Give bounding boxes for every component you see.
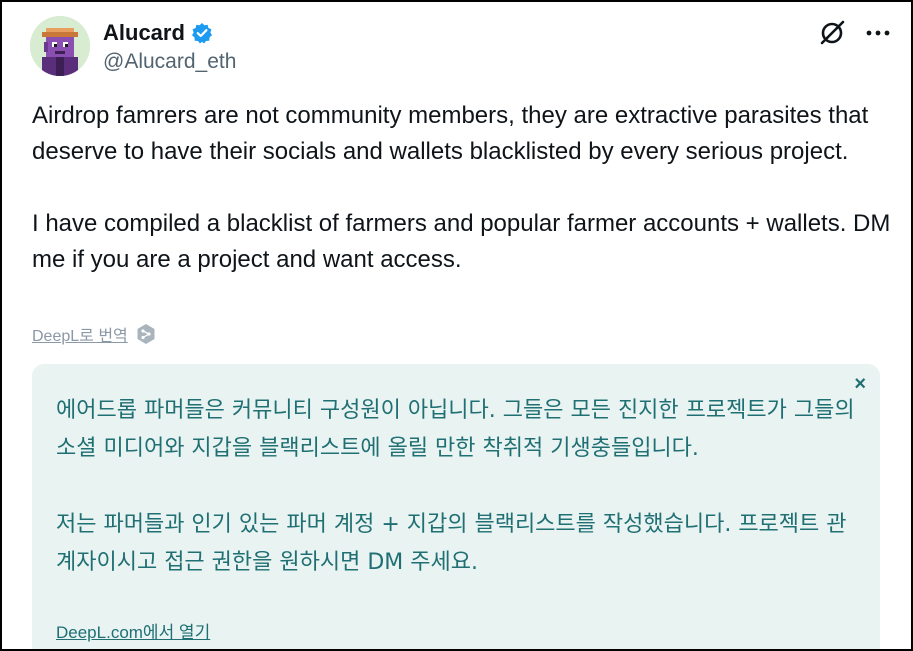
tweet-header: Alucard @Alucard_eth xyxy=(30,16,891,80)
more-options-icon[interactable] xyxy=(865,18,891,48)
translation-paragraph: 에어드롭 파머들은 커뮤니티 구성원이 아닙니다. 그들은 모든 진지한 프로젝… xyxy=(56,398,855,461)
translation-paragraph: 저는 파머들과 인기 있는 파머 계정 + 지갑의 블랙리스트를 작성했습니다.… xyxy=(56,512,847,575)
tweet-paragraph: I have compiled a blacklist of farmers a… xyxy=(32,210,891,273)
tweet-body: Airdrop famrers are not community member… xyxy=(32,98,892,278)
translation-panel: × 에어드롭 파머들은 커뮤니티 구성원이 아닙니다. 그들은 모든 진지한 프… xyxy=(32,364,880,649)
open-in-deepl-link[interactable]: DeepL.com에서 열기 xyxy=(56,618,210,643)
display-name[interactable]: Alucard xyxy=(103,20,185,46)
handle[interactable]: @Alucard_eth xyxy=(103,50,236,74)
display-name-row: Alucard xyxy=(103,18,236,48)
grok-icon[interactable] xyxy=(817,18,847,48)
author-names: Alucard @Alucard_eth xyxy=(103,18,236,74)
translation-text: 에어드롭 파머들은 커뮤니티 구성원이 아닙니다. 그들은 모든 진지한 프로젝… xyxy=(56,392,856,582)
translate-row: DeepL로 번역 xyxy=(32,322,156,346)
pixel-avatar-image xyxy=(30,16,90,76)
translate-with-deepl-link[interactable]: DeepL로 번역 xyxy=(32,322,128,346)
deepl-icon xyxy=(136,323,156,345)
tweet-paragraph: Airdrop famrers are not community member… xyxy=(32,102,869,165)
header-actions xyxy=(817,18,891,48)
tweet-card: Alucard @Alucard_eth Airdrop famrers are… xyxy=(0,0,913,651)
avatar[interactable] xyxy=(30,16,90,76)
verified-badge-icon[interactable] xyxy=(191,22,213,44)
close-icon[interactable]: × xyxy=(854,374,866,394)
